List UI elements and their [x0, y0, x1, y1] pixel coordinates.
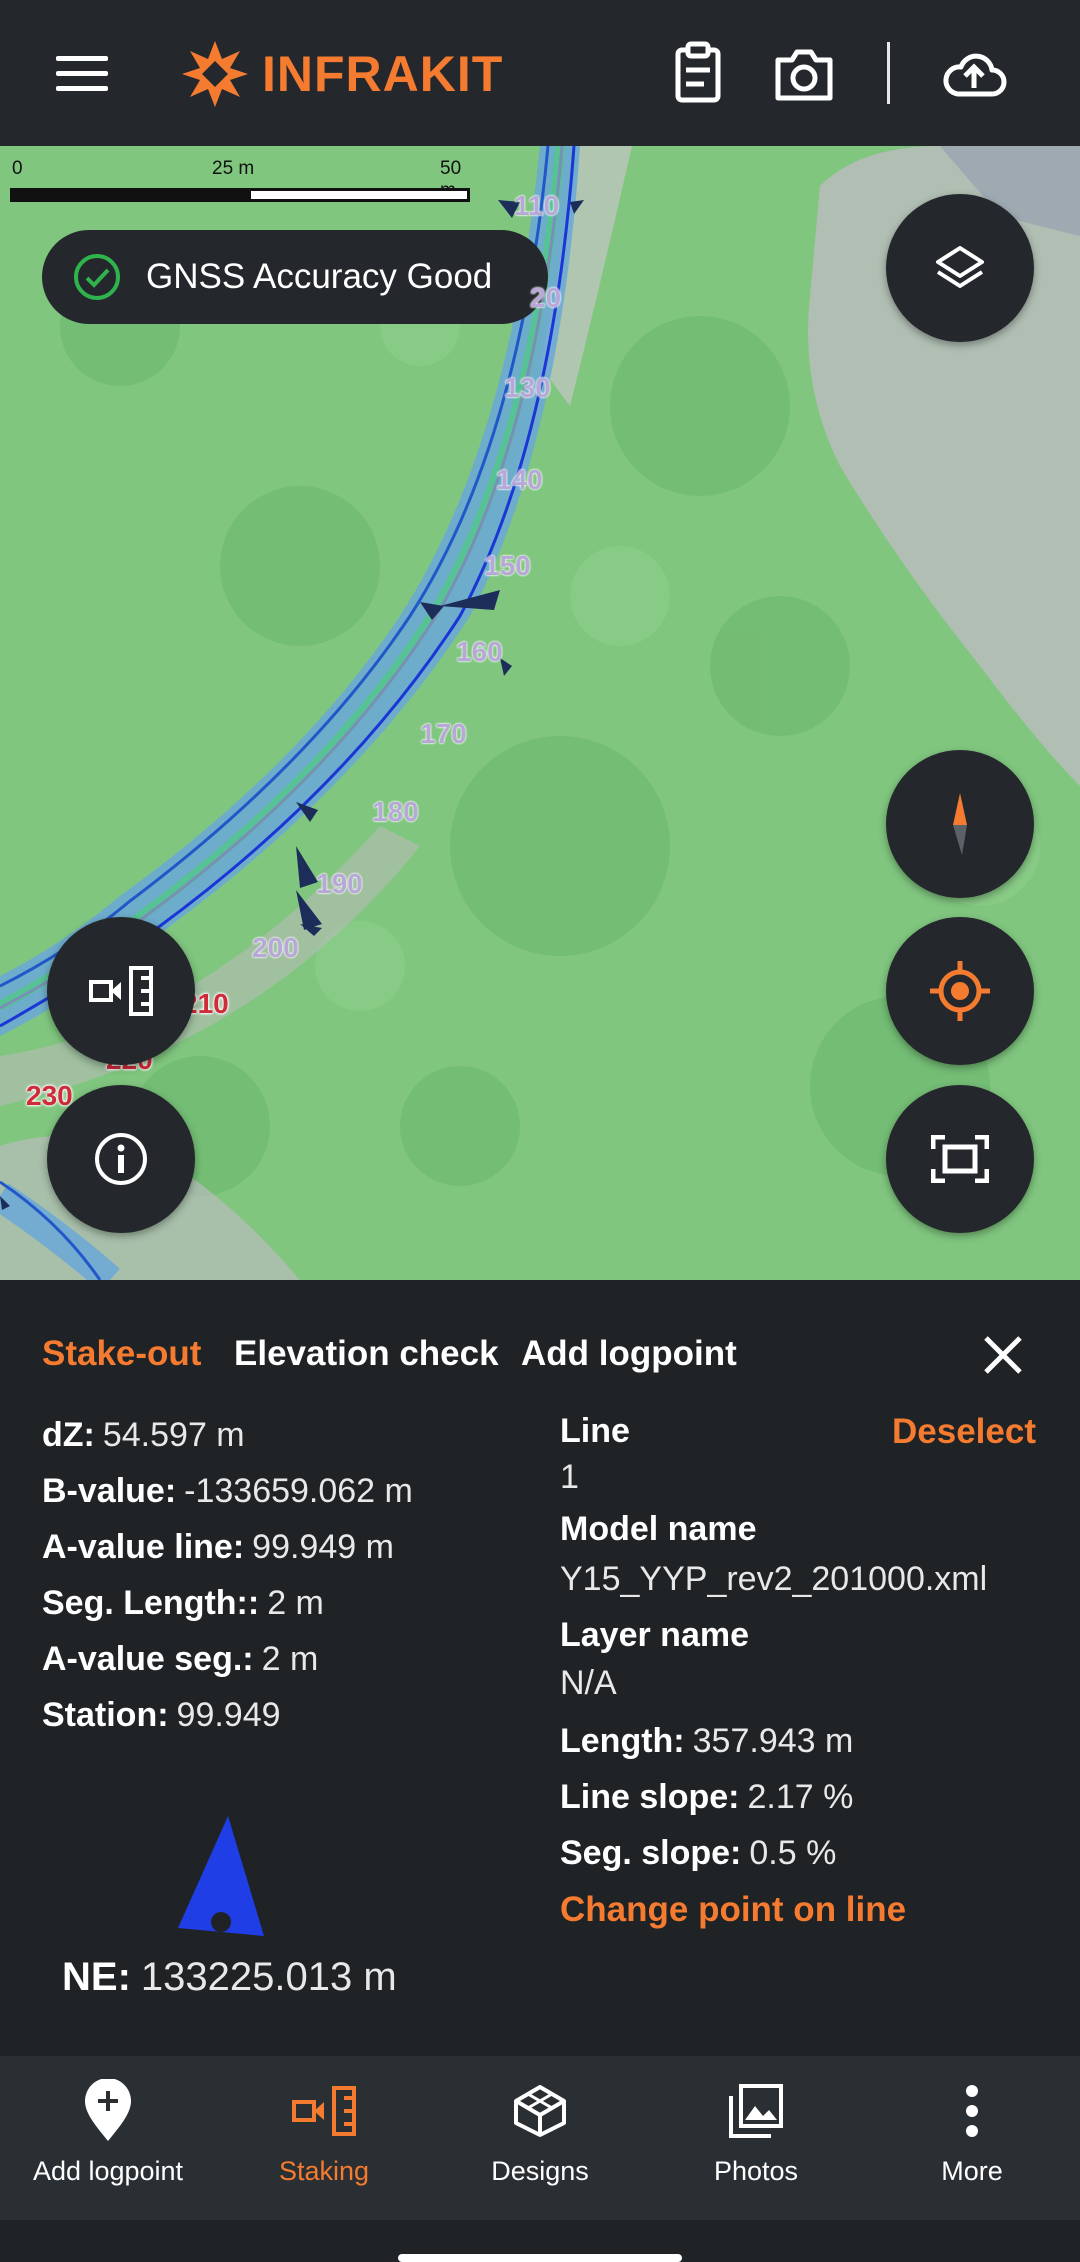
line-label: Line	[560, 1412, 630, 1450]
layers-button[interactable]	[886, 194, 1034, 342]
gnss-status-text: GNSS Accuracy Good	[146, 257, 493, 296]
app-bar: INFRAKIT	[0, 0, 1080, 146]
tab-elevation-check[interactable]: Elevation check	[234, 1334, 499, 1374]
nav-label: Photos	[713, 2156, 799, 2186]
station-label: 200	[252, 932, 299, 963]
ne-readout: NE: 133225.013 m	[62, 1955, 397, 1999]
layers-icon	[936, 246, 984, 288]
add-logpoint-icon	[85, 2079, 131, 2141]
cloud-upload-icon[interactable]	[940, 40, 1008, 108]
change-point-link[interactable]: Change point on line	[560, 1890, 906, 1930]
camera-icon[interactable]	[770, 40, 838, 108]
nav-label: Designs	[491, 2156, 589, 2186]
a-value-line-row: A-value line: 99.949 m	[42, 1528, 394, 1566]
hamburger-icon[interactable]	[56, 56, 108, 92]
check-circle-icon	[74, 254, 120, 300]
stakeout-panel: Stake-out Elevation check Add logpoint d…	[0, 1280, 1080, 2056]
crosshair-icon	[930, 961, 990, 1021]
seg-slope-row: Seg. slope: 0.5 %	[560, 1834, 837, 1872]
infrakit-logo: INFRAKIT	[178, 34, 503, 114]
staking-icon	[292, 2086, 356, 2136]
layer-name-value: N/A	[560, 1664, 617, 1702]
designs-icon	[514, 2085, 566, 2137]
station-label: 230	[26, 1080, 73, 1111]
station-label: 160	[456, 636, 503, 667]
station-label: 20	[530, 282, 562, 313]
station-label: 150	[484, 550, 531, 581]
fit-screen-button[interactable]	[886, 1085, 1034, 1233]
home-indicator[interactable]	[398, 2254, 682, 2262]
locate-button[interactable]	[886, 917, 1034, 1065]
staking-mode-button[interactable]	[47, 917, 195, 1065]
more-vertical-icon	[966, 2085, 978, 2137]
nav-designs[interactable]: Designs	[432, 2056, 648, 2220]
logo-text: INFRAKIT	[262, 46, 504, 102]
direction-arrow-icon	[178, 1816, 264, 1936]
station-row: Station: 99.949	[42, 1696, 281, 1734]
station-label: 130	[504, 372, 551, 403]
clipboard-icon[interactable]	[664, 40, 732, 108]
station-label: 170	[420, 718, 467, 749]
scale-label-25: 25 m	[212, 158, 255, 179]
line-value: 1	[560, 1458, 579, 1496]
photos-icon	[729, 2084, 783, 2138]
length-row: Length: 357.943 m	[560, 1722, 854, 1760]
fit-screen-icon	[931, 1135, 989, 1183]
staking-icon	[89, 966, 153, 1016]
station-label: 180	[372, 796, 419, 827]
dz-row: dZ: 54.597 m	[42, 1416, 245, 1454]
gesture-bar	[0, 2220, 1080, 2262]
scale-bar: 0 25 m 50 m	[10, 158, 480, 218]
model-name-value: Y15_YYP_rev2_201000.xml	[560, 1560, 988, 1598]
model-name-label: Model name	[560, 1510, 757, 1548]
compass-icon	[953, 793, 967, 855]
station-label: 140	[496, 464, 543, 495]
gnss-status-pill: GNSS Accuracy Good	[42, 230, 548, 324]
station-label: 110	[514, 190, 560, 221]
layer-name-label: Layer name	[560, 1616, 749, 1654]
tab-stake-out[interactable]: Stake-out	[42, 1334, 201, 1374]
seg-length-row: Seg. Length:: 2 m	[42, 1584, 324, 1622]
a-value-seg-row: A-value seg.: 2 m	[42, 1640, 319, 1678]
line-slope-row: Line slope: 2.17 %	[560, 1778, 854, 1816]
deselect-button[interactable]: Deselect	[892, 1412, 1036, 1452]
nav-add-logpoint[interactable]: Add logpoint	[0, 2056, 216, 2220]
nav-more[interactable]: More	[864, 2056, 1080, 2220]
bottom-navigation: Add logpoint Staking Designs Photos More	[0, 2056, 1080, 2220]
map-view[interactable]: 0 25 m 50 m GNSS Accuracy Good 110 20 13…	[0, 146, 1080, 1280]
info-icon	[95, 1133, 147, 1185]
b-value-row: B-value: -133659.062 m	[42, 1472, 413, 1510]
nav-staking[interactable]: Staking	[216, 2056, 432, 2220]
nav-label: Add logpoint	[32, 2156, 184, 2186]
logo-mark-icon	[182, 41, 248, 107]
nav-label: Staking	[278, 2156, 370, 2186]
header-divider	[887, 42, 890, 104]
compass-button[interactable]	[886, 750, 1034, 898]
scale-label-0: 0	[12, 158, 23, 179]
nav-photos[interactable]: Photos	[648, 2056, 864, 2220]
nav-label: More	[941, 2156, 1003, 2186]
close-icon[interactable]	[980, 1332, 1026, 1378]
info-button[interactable]	[47, 1085, 195, 1233]
station-label: 190	[316, 868, 363, 899]
tab-add-logpoint[interactable]: Add logpoint	[521, 1334, 737, 1374]
